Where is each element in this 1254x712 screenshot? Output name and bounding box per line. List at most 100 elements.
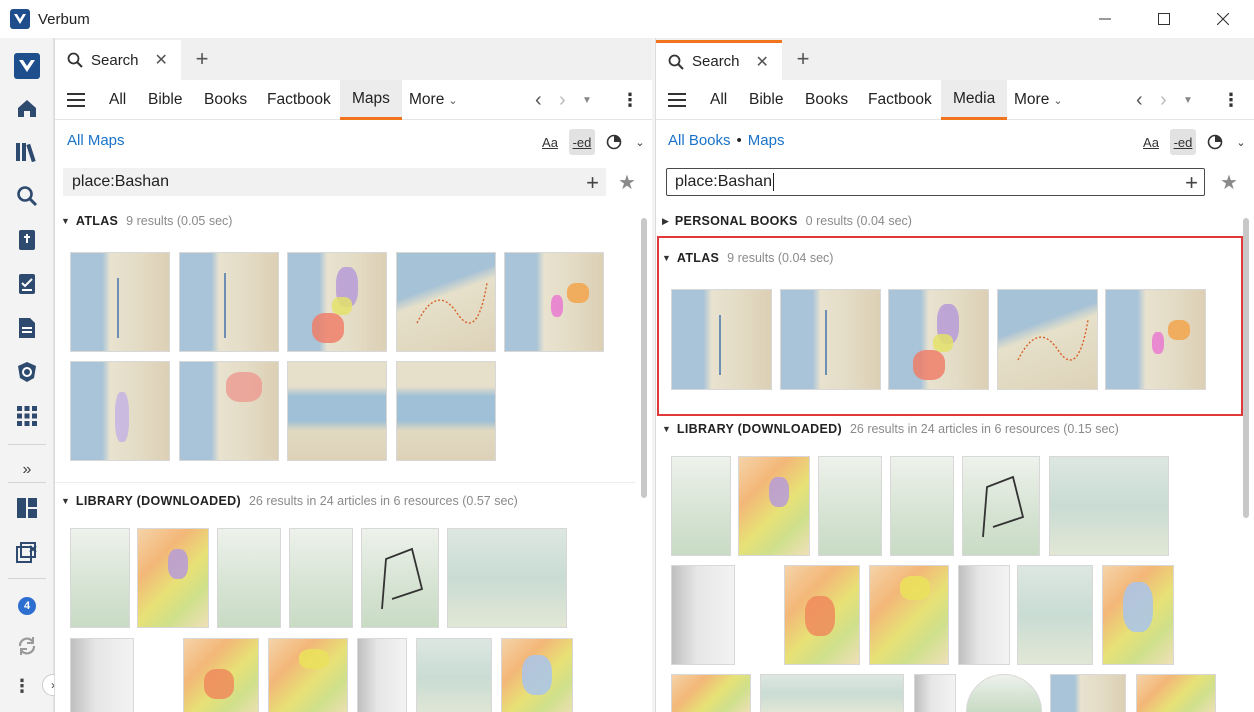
panel-menu-button[interactable]: ⋮: [1222, 80, 1240, 120]
forward-button[interactable]: ›: [559, 80, 566, 120]
maximize-button[interactable]: [1135, 0, 1193, 38]
add-tab-button[interactable]: +: [792, 46, 814, 72]
menu-button[interactable]: [668, 80, 686, 120]
nav-factbook[interactable]: Factbook: [267, 80, 331, 120]
layouts-button[interactable]: [9, 490, 45, 526]
library-map-thumbnail[interactable]: [966, 674, 1042, 712]
right-search-input[interactable]: place:Bashan +: [666, 168, 1205, 196]
notifications-button[interactable]: 4: [9, 588, 45, 624]
crumb-maps[interactable]: Maps: [748, 132, 785, 149]
library-map-thumbnail[interactable]: [962, 456, 1040, 556]
library-map-thumbnail[interactable]: [137, 528, 209, 628]
library-map-thumbnail[interactable]: [1050, 674, 1126, 712]
atlas-map-thumbnail[interactable]: [287, 252, 387, 352]
left-search-tab[interactable]: Search ✕: [55, 40, 181, 80]
atlas-map-thumbnail[interactable]: [179, 361, 279, 461]
atlas-map-thumbnail[interactable]: [1105, 289, 1206, 390]
atlas-map-thumbnail[interactable]: [671, 289, 772, 390]
interlinear-ed-button[interactable]: -ed: [1170, 129, 1196, 155]
nav-all[interactable]: All: [710, 80, 727, 120]
panel-menu-button[interactable]: ⋮: [621, 80, 639, 120]
documents-button[interactable]: [9, 310, 45, 346]
library-map-thumbnail[interactable]: [1049, 456, 1169, 556]
left-results-scrollbar[interactable]: [641, 218, 647, 498]
left-search-input[interactable]: place:Bashan +: [63, 168, 606, 196]
home-button[interactable]: [9, 90, 45, 126]
library-map-thumbnail[interactable]: [738, 456, 810, 556]
chevron-down-icon[interactable]: ⌄: [633, 129, 647, 155]
visual-filter-button[interactable]: [601, 129, 627, 155]
nav-bible[interactable]: Bible: [749, 80, 783, 120]
favorite-star-icon[interactable]: ★: [618, 170, 636, 195]
guides-button[interactable]: [9, 354, 45, 390]
library-map-thumbnail[interactable]: [869, 565, 949, 665]
add-tab-button[interactable]: +: [191, 46, 213, 72]
library-map-thumbnail[interactable]: [818, 456, 882, 556]
favorite-star-icon[interactable]: ★: [1220, 170, 1238, 195]
close-tab-icon[interactable]: ✕: [155, 50, 168, 70]
atlas-map-thumbnail[interactable]: [70, 252, 170, 352]
add-query-icon[interactable]: +: [586, 170, 599, 196]
atlas-map-thumbnail[interactable]: [179, 252, 279, 352]
library-map-thumbnail[interactable]: [447, 528, 567, 628]
library-map-thumbnail[interactable]: [183, 638, 259, 712]
atlas-map-thumbnail[interactable]: [504, 252, 604, 352]
history-dropdown[interactable]: ▼: [1183, 80, 1193, 120]
nav-books[interactable]: Books: [204, 80, 247, 120]
library-map-thumbnail[interactable]: [217, 528, 281, 628]
section-atlas[interactable]: ▼ ATLAS 9 results (0.04 sec): [662, 251, 833, 265]
nav-factbook[interactable]: Factbook: [868, 80, 932, 120]
back-button[interactable]: ‹: [535, 80, 542, 120]
section-library[interactable]: ▼ LIBRARY (DOWNLOADED) 26 results in 24 …: [61, 494, 518, 508]
atlas-map-thumbnail[interactable]: [396, 252, 496, 352]
close-tab-icon[interactable]: ✕: [756, 52, 769, 72]
library-map-thumbnail[interactable]: [289, 528, 353, 628]
menu-button[interactable]: [67, 80, 85, 120]
atlas-map-thumbnail[interactable]: [997, 289, 1098, 390]
nav-all[interactable]: All: [109, 80, 126, 120]
section-library[interactable]: ▼ LIBRARY (DOWNLOADED) 26 results in 24 …: [662, 422, 1119, 436]
atlas-map-thumbnail[interactable]: [888, 289, 989, 390]
atlas-map-thumbnail[interactable]: [70, 361, 170, 461]
history-dropdown[interactable]: ▼: [582, 80, 592, 120]
library-map-thumbnail[interactable]: [357, 638, 407, 712]
library-map-thumbnail[interactable]: [958, 565, 1010, 665]
forward-button[interactable]: ›: [1160, 80, 1167, 120]
crumb-all-maps[interactable]: All Maps: [67, 132, 125, 149]
library-map-thumbnail[interactable]: [671, 456, 731, 556]
atlas-map-thumbnail[interactable]: [780, 289, 881, 390]
nav-media[interactable]: Media: [941, 80, 1008, 120]
search-button[interactable]: [9, 178, 45, 214]
library-map-thumbnail[interactable]: [70, 528, 130, 628]
visual-filter-button[interactable]: [1202, 129, 1228, 155]
library-map-thumbnail[interactable]: [1017, 565, 1093, 665]
library-map-thumbnail[interactable]: [1136, 674, 1216, 712]
interlinear-ed-button[interactable]: -ed: [569, 129, 595, 155]
library-map-thumbnail[interactable]: [914, 674, 956, 712]
crumb-all-books[interactable]: All Books: [668, 132, 731, 149]
right-search-tab[interactable]: Search ✕: [656, 40, 782, 80]
sync-button[interactable]: [9, 628, 45, 664]
more-options-button[interactable]: ⋮: [4, 668, 40, 704]
atlas-map-thumbnail[interactable]: [287, 361, 387, 461]
right-results-scrollbar[interactable]: [1243, 218, 1249, 518]
close-window-button[interactable]: [1194, 0, 1252, 38]
nav-more[interactable]: More ⌄: [1014, 80, 1063, 120]
tasks-button[interactable]: [9, 266, 45, 302]
section-personal-books[interactable]: ▶ PERSONAL BOOKS 0 results (0.04 sec): [662, 214, 912, 228]
library-map-thumbnail[interactable]: [671, 674, 751, 712]
library-map-thumbnail[interactable]: [890, 456, 954, 556]
library-map-thumbnail[interactable]: [268, 638, 348, 712]
chevron-down-icon[interactable]: ⌄: [1234, 129, 1248, 155]
library-map-thumbnail[interactable]: [361, 528, 439, 628]
nav-books[interactable]: Books: [805, 80, 848, 120]
add-query-icon[interactable]: +: [1185, 170, 1198, 196]
font-size-button[interactable]: Aa: [537, 129, 563, 155]
library-map-thumbnail[interactable]: [671, 565, 735, 665]
minimize-button[interactable]: [1076, 0, 1134, 38]
nav-maps[interactable]: Maps: [340, 80, 402, 120]
library-map-thumbnail[interactable]: [784, 565, 860, 665]
bible-button[interactable]: [9, 222, 45, 258]
close-panels-button[interactable]: [9, 534, 45, 570]
library-map-thumbnail[interactable]: [760, 674, 904, 712]
